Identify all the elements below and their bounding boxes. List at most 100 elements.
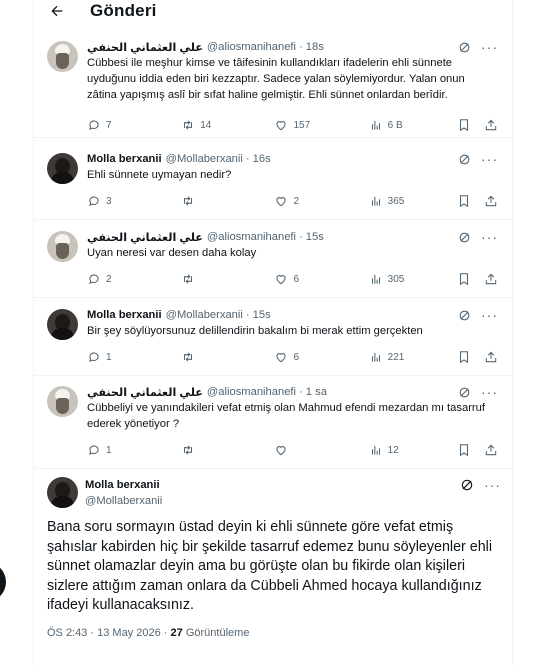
tweet-text: Uyan neresi var desen daha kolay xyxy=(87,247,257,259)
share-icon[interactable] xyxy=(484,350,498,364)
share-icon[interactable] xyxy=(484,272,498,286)
separator-dot: · xyxy=(299,231,303,243)
grok-icon[interactable] xyxy=(458,153,471,166)
like-count: 2 xyxy=(293,195,300,207)
reply-tweet[interactable]: Molla berxanii @Mollaberxanii · 16s ··· … xyxy=(34,150,512,220)
like-button[interactable]: 157 xyxy=(274,118,368,132)
views-icon xyxy=(371,274,380,284)
grok-icon[interactable] xyxy=(458,309,471,322)
like-button[interactable]: 2 xyxy=(274,194,368,208)
bookmark-icon[interactable] xyxy=(457,443,471,457)
views-button[interactable]: 221 xyxy=(369,350,457,364)
like-icon xyxy=(276,446,287,456)
author-name[interactable]: Molla berxanii xyxy=(85,477,162,493)
author-handle[interactable]: @Mollaberxanii xyxy=(166,153,243,165)
tweet-time[interactable]: 1 sa xyxy=(306,386,327,398)
more-icon[interactable]: ··· xyxy=(484,478,501,492)
author-name[interactable]: علي العثماني الحنفي xyxy=(87,386,203,399)
views-button[interactable]: 12 xyxy=(369,443,457,457)
avatar[interactable] xyxy=(47,309,78,340)
bookmark-icon[interactable] xyxy=(457,194,471,208)
arrow-left-icon[interactable] xyxy=(44,0,70,22)
floating-edge-button[interactable] xyxy=(0,562,6,602)
reply-tweet[interactable]: علي العثماني الحنفي @aliosmanihanefi · 1… xyxy=(34,38,512,138)
views-count: 12 xyxy=(387,444,399,456)
separator-dot: · xyxy=(299,41,303,53)
repost-button[interactable] xyxy=(181,443,274,457)
bookmark-icon[interactable] xyxy=(457,118,471,132)
reply-button[interactable]: 1 xyxy=(87,350,181,364)
repost-button[interactable]: 14 xyxy=(181,118,274,132)
author-handle[interactable]: @aliosmanihanefi xyxy=(207,231,296,243)
more-icon[interactable]: ··· xyxy=(481,230,498,244)
more-icon[interactable]: ··· xyxy=(481,385,498,399)
avatar[interactable] xyxy=(47,231,78,262)
more-icon[interactable]: ··· xyxy=(481,152,498,166)
main-tweet-controls: ··· xyxy=(460,478,501,492)
reply-tweet[interactable]: علي العثماني الحنفي @aliosmanihanefi · 1… xyxy=(34,383,512,469)
grok-icon[interactable] xyxy=(458,231,471,244)
tweet-actions: 7 14 157 6 B xyxy=(87,117,498,133)
author-name[interactable]: علي العثماني الحنفي xyxy=(87,41,203,54)
avatar[interactable] xyxy=(47,41,78,72)
views-button[interactable]: 305 xyxy=(369,272,457,286)
author-name[interactable]: Molla berxanii xyxy=(87,153,162,165)
bookmark-icon[interactable] xyxy=(457,350,471,364)
like-button[interactable]: 6 xyxy=(274,350,368,364)
more-icon[interactable]: ··· xyxy=(481,308,498,322)
share-icon[interactable] xyxy=(484,118,498,132)
more-icon[interactable]: ··· xyxy=(481,40,498,54)
tweet-time[interactable]: 18s xyxy=(306,41,324,53)
author-name[interactable]: Molla berxanii xyxy=(87,309,162,321)
grok-icon[interactable] xyxy=(460,478,474,492)
views-button[interactable]: 6 B xyxy=(369,118,457,132)
tweet-header: علي العثماني الحنفي @aliosmanihanefi · 1… xyxy=(87,383,498,401)
author-handle[interactable]: @Mollaberxanii xyxy=(166,309,243,321)
repost-icon xyxy=(184,196,193,206)
repost-button[interactable] xyxy=(181,350,274,364)
share-icon[interactable] xyxy=(484,194,498,208)
views-icon xyxy=(371,120,380,130)
repost-icon xyxy=(184,352,193,362)
tweet-time[interactable]: 15s xyxy=(306,231,324,243)
reply-tweet[interactable]: علي العثماني الحنفي @aliosmanihanefi · 1… xyxy=(34,228,512,298)
separator-dot: · xyxy=(299,386,303,398)
views-count: 27 xyxy=(170,627,183,639)
repost-button[interactable] xyxy=(181,272,274,286)
grok-icon[interactable] xyxy=(458,386,471,399)
views-button[interactable]: 365 xyxy=(369,194,457,208)
reply-tweet[interactable]: Molla berxanii @Mollaberxanii · 15s ··· … xyxy=(34,306,512,376)
reply-count: 2 xyxy=(106,273,112,285)
avatar[interactable] xyxy=(47,477,78,508)
reply-button[interactable]: 2 xyxy=(87,272,181,286)
tweet-time[interactable]: 16s xyxy=(253,153,271,165)
bookmark-icon[interactable] xyxy=(457,272,471,286)
share-icon[interactable] xyxy=(484,443,498,457)
reply-button[interactable]: 7 xyxy=(87,118,181,132)
avatar[interactable] xyxy=(47,153,78,184)
reply-button[interactable]: 3 xyxy=(87,194,181,208)
author-handle[interactable]: @Mollaberxanii xyxy=(85,493,162,509)
views-count: 221 xyxy=(387,351,405,363)
separator-dot: · xyxy=(245,153,250,165)
repost-icon xyxy=(184,445,193,455)
author-handle[interactable]: @aliosmanihanefi xyxy=(207,41,296,53)
author-name[interactable]: علي العثماني الحنفي xyxy=(87,231,203,244)
reply-icon xyxy=(89,196,99,206)
reply-icon xyxy=(89,445,99,455)
author-handle[interactable]: @aliosmanihanefi xyxy=(207,386,296,398)
reply-count: 1 xyxy=(106,444,112,456)
tweet-actions: 1 6 221 xyxy=(87,349,498,365)
tweet-timestamp[interactable]: ÖS 2:43 · 13 May 2026 xyxy=(47,627,161,639)
reply-button[interactable]: 1 xyxy=(87,443,181,457)
avatar[interactable] xyxy=(47,386,78,417)
like-button[interactable] xyxy=(274,443,368,457)
views-count: 6 B xyxy=(387,119,403,131)
like-button[interactable]: 6 xyxy=(274,272,368,286)
tweet-time[interactable]: 15s xyxy=(253,309,271,321)
tweet-header: Molla berxanii @Mollaberxanii · 15s ··· xyxy=(87,306,498,324)
main-tweet-text: Bana soru sormayın üstad deyin ki ehli s… xyxy=(47,519,493,613)
repost-button[interactable] xyxy=(181,194,274,208)
like-count: 157 xyxy=(293,119,311,131)
grok-icon[interactable] xyxy=(458,41,471,54)
